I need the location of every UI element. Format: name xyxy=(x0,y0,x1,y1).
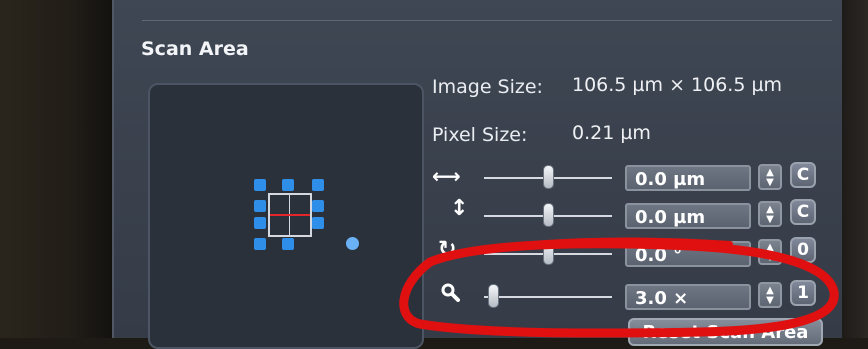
y-offset-stepper[interactable]: ▲ ▼ xyxy=(758,201,782,227)
resize-handle-top-right[interactable] xyxy=(312,179,324,191)
resize-handle-right-lower[interactable] xyxy=(312,217,324,229)
vertical-arrows-icon: ↕ xyxy=(450,196,469,221)
scan-area-panel: Scan Area Image Size: 106.5 µm × 106.5 µ… xyxy=(112,0,842,349)
rotate-icon: ↻ xyxy=(438,237,457,262)
resize-handle-right-upper[interactable] xyxy=(312,200,324,212)
horizontal-arrows-icon: ⟷ xyxy=(432,164,461,188)
x-offset-stepper[interactable]: ▲ ▼ xyxy=(758,164,782,190)
zoom-slider-thumb[interactable] xyxy=(488,284,499,308)
reset-scan-area-button[interactable]: Reset Scan Area xyxy=(628,318,823,346)
section-title: Scan Area xyxy=(141,38,249,60)
pixel-size-label: Pixel Size: xyxy=(432,124,528,146)
rotation-field[interactable]: 0.0 ° xyxy=(625,241,751,267)
panel-divider xyxy=(142,20,832,21)
magnifier-icon xyxy=(440,282,460,307)
zoom-stepper[interactable]: ▲ ▼ xyxy=(758,282,782,308)
zoom-field[interactable]: 3.0 × xyxy=(625,284,751,310)
x-offset-center-button[interactable]: C xyxy=(790,162,816,188)
y-offset-center-button[interactable]: C xyxy=(790,199,816,225)
scan-region-frame[interactable] xyxy=(268,193,312,237)
zoom-slider-track[interactable] xyxy=(484,296,612,298)
y-offset-slider-thumb[interactable] xyxy=(543,203,554,227)
scan-area-preview[interactable] xyxy=(148,83,424,349)
resize-handle-left-upper[interactable] xyxy=(254,200,266,212)
resize-handle-bottom[interactable] xyxy=(282,238,294,250)
rotation-stepper[interactable]: ▲ ▼ xyxy=(758,239,782,265)
rotation-slider-thumb[interactable] xyxy=(543,241,554,265)
scan-line-marker xyxy=(270,214,310,216)
x-offset-field[interactable]: 0.0 µm xyxy=(625,165,751,191)
image-size-value: 106.5 µm × 106.5 µm xyxy=(572,74,783,96)
resize-handle-top[interactable] xyxy=(282,179,294,191)
rotation-reset-button[interactable]: 0 xyxy=(790,237,816,263)
x-offset-slider-thumb[interactable] xyxy=(543,165,554,189)
resize-handle-left-lower[interactable] xyxy=(254,217,266,229)
rotation-handle[interactable] xyxy=(346,237,359,250)
image-size-label: Image Size: xyxy=(432,76,543,98)
pixel-size-value: 0.21 µm xyxy=(572,122,651,144)
resize-handle-top-left[interactable] xyxy=(254,179,266,191)
monitor-bezel-left xyxy=(0,0,112,338)
zoom-reset-button[interactable]: 1 xyxy=(790,280,816,306)
resize-handle-bottom-left[interactable] xyxy=(254,238,266,250)
y-offset-field[interactable]: 0.0 µm xyxy=(625,203,751,229)
